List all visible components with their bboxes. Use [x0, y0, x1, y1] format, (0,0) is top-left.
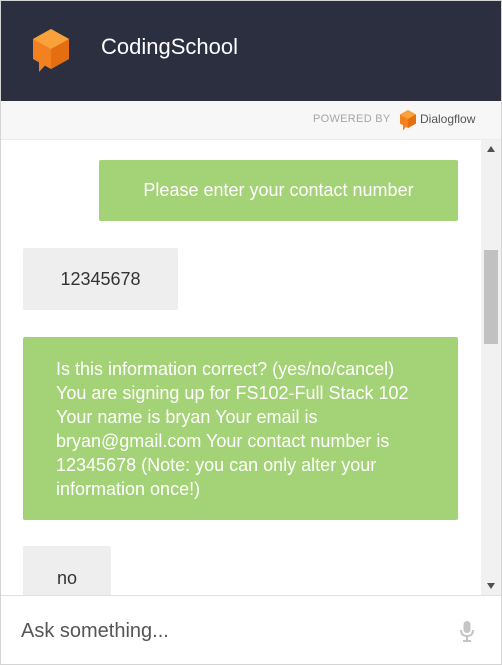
message-bubble-user: Is this information correct? (yes/no/can…	[23, 337, 458, 520]
dialogflow-logo-icon	[400, 110, 416, 131]
agent-name: CodingSchool	[101, 34, 238, 59]
dialogflow-brand: Dialogflow	[420, 112, 476, 126]
powered-by-bar: POWERED BY Dialogflow	[1, 101, 501, 140]
chat-header: CodingSchool	[1, 1, 501, 101]
scroll-thumb[interactable]	[484, 250, 498, 344]
message-input[interactable]	[21, 614, 441, 648]
message-bubble-agent: 12345678	[23, 248, 178, 310]
chat-widget: CodingSchool POWERED BY Dialogflow Pleas…	[0, 0, 502, 665]
orange-cube-icon	[33, 29, 69, 72]
message-input-bar	[1, 595, 501, 664]
scroll-down-arrow-icon[interactable]	[481, 577, 501, 595]
message-list: Please enter your contact number 1234567…	[1, 140, 481, 595]
powered-by-label: POWERED BY	[313, 113, 391, 125]
message-scrollbar[interactable]	[481, 140, 501, 595]
message-bubble-agent: no	[23, 546, 111, 595]
microphone-icon[interactable]	[459, 620, 475, 642]
message-bubble-user: Please enter your contact number	[99, 160, 458, 221]
scroll-up-arrow-icon[interactable]	[481, 140, 501, 158]
